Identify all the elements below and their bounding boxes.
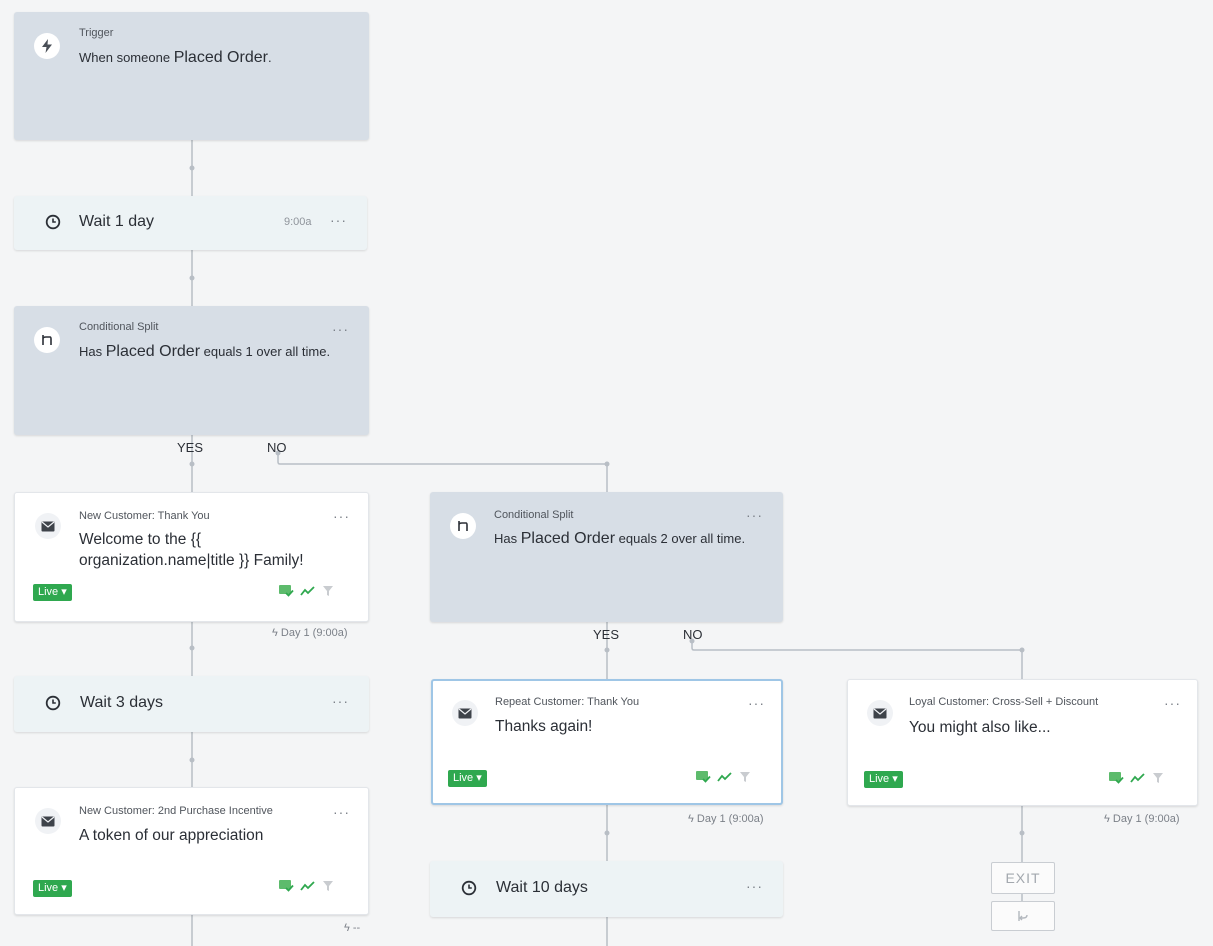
exit-node[interactable]: EXIT	[991, 862, 1055, 894]
branch-yes-label: YES	[593, 627, 620, 642]
bolt-icon: ϟ	[1104, 813, 1110, 825]
mail-icon	[452, 700, 478, 726]
split-rest: equals 1 over all time.	[203, 344, 331, 359]
split-label: Conditional Split	[79, 321, 159, 333]
split-has: Has	[494, 531, 518, 546]
email-name: New Customer: 2nd Purchase Incentive	[79, 805, 273, 817]
email-name: Loyal Customer: Cross-Sell + Discount	[909, 696, 1099, 708]
email-schedule: ϟ --	[344, 922, 360, 934]
filter-icon[interactable]	[322, 879, 334, 897]
wait-10-days-card[interactable]: Wait 10 days ···	[430, 861, 783, 917]
mail-icon	[35, 513, 61, 539]
bolt-icon	[34, 33, 60, 59]
split-label: Conditional Split	[494, 509, 574, 521]
clock-icon	[40, 209, 66, 235]
clock-icon	[40, 690, 66, 716]
email-card-new-customer-thank-you[interactable]: New Customer: Thank You ··· Welcome to t…	[14, 492, 369, 622]
flow-canvas: Trigger When someone Placed Order. Wait …	[0, 0, 1213, 946]
bolt-icon: ϟ	[344, 922, 350, 934]
conditional-split-card[interactable]: Conditional Split ··· Has Placed Order e…	[14, 306, 369, 435]
split-condition: Has Placed Order equals 2 over all time.	[494, 529, 764, 549]
trigger-suffix: .	[267, 50, 272, 65]
wait-label: Wait 1 day	[79, 213, 154, 230]
email-subject: Thanks again!	[495, 718, 593, 735]
bolt-icon: ϟ	[272, 627, 278, 639]
analytics-icon[interactable]	[300, 879, 316, 897]
analytics-icon[interactable]	[300, 584, 316, 602]
email-actions	[278, 878, 334, 897]
more-options-icon[interactable]: ···	[333, 804, 350, 820]
email-card-second-purchase[interactable]: New Customer: 2nd Purchase Incentive ···…	[14, 787, 369, 915]
wait-1-day-card[interactable]: Wait 1 day 9:00a ···	[14, 196, 367, 250]
analytics-icon[interactable]	[1130, 771, 1146, 789]
filter-icon[interactable]	[1152, 771, 1164, 789]
more-options-icon[interactable]: ···	[746, 878, 763, 894]
schedule-text: Day 1 (9:00a)	[696, 813, 764, 825]
mail-icon	[35, 808, 61, 834]
split-metric: Placed Order	[105, 343, 201, 360]
email-subject: You might also like...	[909, 719, 1051, 736]
split-icon	[450, 513, 476, 539]
email-actions	[278, 583, 334, 602]
status-badge[interactable]: Live ▾	[864, 771, 903, 788]
message-sent-icon[interactable]	[278, 878, 294, 897]
schedule-text: Day 1 (9:00a)	[1112, 813, 1180, 825]
split-icon	[34, 327, 60, 353]
more-options-icon[interactable]: ···	[748, 695, 765, 711]
email-actions	[695, 769, 751, 788]
email-subject: A token of our appreciation	[79, 827, 264, 844]
filter-icon[interactable]	[739, 770, 751, 788]
email-name: New Customer: Thank You	[79, 510, 210, 522]
email-card-repeat-customer[interactable]: Repeat Customer: Thank You ··· Thanks ag…	[431, 679, 783, 805]
trigger-card[interactable]: Trigger When someone Placed Order.	[14, 12, 369, 140]
email-schedule: ϟ Day 1 (9:00a)	[688, 813, 764, 825]
schedule-text: --	[352, 922, 361, 934]
email-schedule: ϟ Day 1 (9:00a)	[272, 627, 348, 639]
schedule-text: Day 1 (9:00a)	[280, 627, 348, 639]
trigger-prefix: When someone	[79, 50, 171, 65]
status-badge[interactable]: Live ▾	[448, 770, 487, 787]
more-options-icon[interactable]: ···	[332, 693, 349, 709]
conditional-split-card-2[interactable]: Conditional Split ··· Has Placed Order e…	[430, 492, 783, 622]
email-actions	[1108, 770, 1164, 789]
status-badge[interactable]: Live ▾	[33, 880, 72, 897]
message-sent-icon[interactable]	[1108, 770, 1124, 789]
message-sent-icon[interactable]	[278, 583, 294, 602]
trigger-description: When someone Placed Order.	[79, 48, 272, 68]
wait-label: Wait 3 days	[80, 694, 163, 711]
email-card-loyal-customer[interactable]: Loyal Customer: Cross-Sell + Discount ··…	[847, 679, 1198, 806]
split-metric: Placed Order	[520, 530, 616, 547]
mail-icon	[867, 700, 893, 726]
split-rest: equals 2 over all time.	[618, 531, 746, 546]
email-schedule: ϟ Day 1 (9:00a)	[1104, 813, 1180, 825]
branch-no-label: NO	[683, 627, 703, 642]
bolt-icon: ϟ	[688, 813, 694, 825]
more-options-icon[interactable]: ···	[332, 321, 349, 337]
more-options-icon[interactable]: ···	[333, 508, 350, 524]
split-condition: Has Placed Order equals 1 over all time.	[79, 342, 349, 362]
exit-icon[interactable]	[991, 901, 1055, 931]
more-options-icon[interactable]: ···	[746, 507, 763, 523]
split-has: Has	[79, 344, 103, 359]
wait-label: Wait 10 days	[496, 879, 588, 896]
status-badge[interactable]: Live ▾	[33, 584, 72, 601]
branch-yes-label: YES	[177, 440, 204, 455]
message-sent-icon[interactable]	[695, 769, 711, 788]
analytics-icon[interactable]	[717, 770, 733, 788]
trigger-label: Trigger	[79, 27, 114, 39]
wait-3-days-card[interactable]: Wait 3 days ···	[14, 676, 369, 732]
trigger-event: Placed Order	[173, 49, 268, 66]
wait-time: 9:00a	[284, 216, 312, 228]
more-options-icon[interactable]: ···	[330, 212, 347, 228]
email-name: Repeat Customer: Thank You	[495, 696, 640, 708]
clock-icon	[456, 875, 482, 901]
email-subject: Welcome to the {{ organization.name|titl…	[79, 531, 304, 569]
filter-icon[interactable]	[322, 584, 334, 602]
more-options-icon[interactable]: ···	[1164, 695, 1181, 711]
branch-no-label: NO	[267, 440, 287, 455]
